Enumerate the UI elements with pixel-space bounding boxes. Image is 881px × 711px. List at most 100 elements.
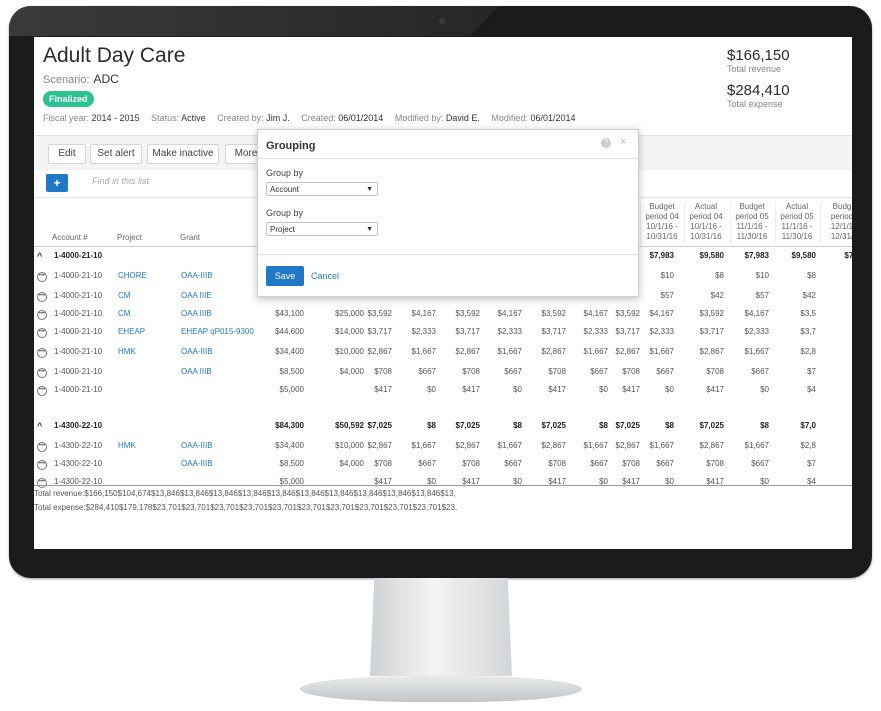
table-row[interactable]: ••• 1-4000-21-10 EHEAP EHEAP qP015-9300 $44,… [34, 323, 852, 341]
cell-value: $3,717 [367, 327, 392, 336]
table-row[interactable]: ••• 1-4300-22-10 HMK OAA-IIIB $34,400 $10,000… [34, 437, 852, 455]
row-menu-icon[interactable]: ••• [37, 368, 47, 378]
table-row[interactable]: ••• 1-4000-21-10 $5,000 $417 $0 $417 $0 $417 $0 $… [34, 381, 852, 399]
period-header[interactable]: Budget period 04 10/1/16 -10/31/16 [640, 202, 683, 244]
period-header[interactable]: Actual period 05 11/1/16 -11/30/16 [775, 202, 818, 244]
period-header[interactable]: Actual period 04 10/1/16 -10/31/16 [684, 202, 727, 244]
help-icon[interactable]: ? [601, 138, 611, 148]
cell-value: $4,167 [411, 309, 436, 318]
cell-value: $0 [513, 385, 522, 394]
cell-value: $2,867 [367, 441, 392, 450]
cell-value: $3,592 [541, 309, 566, 318]
row-menu-icon[interactable]: ••• [37, 328, 47, 338]
modified-by-label: Modified by: [394, 113, 444, 123]
cell-value: $2,867 [615, 347, 640, 356]
grouping-dialog: Grouping ? × Group by Account ▼ Group by … [257, 129, 639, 297]
cell-value: $4,167 [649, 309, 674, 318]
cell-project[interactable]: HMK [118, 343, 136, 361]
cell-value: $2,867 [455, 347, 480, 356]
cell-account: 1-4300-22-10 [54, 421, 103, 430]
row-menu-icon[interactable]: ••• [37, 272, 47, 282]
cell-value: $34,400 [275, 441, 304, 450]
table-row[interactable]: ••• 1-4300-22-10 OAA-IIIB $8,500 $4,000 $708 $… [34, 455, 852, 473]
cell-value: $7,983 [649, 251, 674, 260]
period-header[interactable]: Budg period 12/1/1 12/31/ [820, 202, 852, 244]
period-header-line: 11/1/16 - [781, 222, 813, 231]
group-by-1-select[interactable]: Account ▼ [266, 182, 378, 196]
totals-value: $179,178 [118, 503, 153, 512]
cell-grant[interactable]: OAA-IIIB [181, 455, 213, 473]
cell-value: $4 [807, 385, 816, 394]
group-row[interactable]: ^ 1-4300-22-10 $84,300 $50,592 $7,025 $8 $7,02… [34, 417, 852, 435]
cell-account: 1-4000-21-10 [54, 291, 103, 300]
cell-value: $7,025 [541, 421, 566, 430]
cell-value: $3,592 [699, 309, 724, 318]
status-badge: Finalized [43, 91, 94, 107]
cell-grant[interactable]: OAA IIIB [181, 363, 212, 381]
cell-value: $708 [462, 367, 480, 376]
cell-value: $1,667 [497, 441, 522, 450]
table-row[interactable]: ••• 1-4000-21-10 HMK OAA-IIIB $34,400 $10,000… [34, 343, 852, 361]
scenario: Scenario: ADC [43, 72, 119, 86]
row-menu-icon[interactable]: ••• [37, 348, 47, 358]
totals-value: $23,701 [239, 503, 269, 512]
cell-grant[interactable]: OAA-IIIB [181, 343, 213, 361]
cell-value: $4,167 [744, 309, 769, 318]
cell-value: $708 [622, 459, 640, 468]
cell-value: $8 [807, 271, 816, 280]
totals-value: $13,846 [237, 489, 267, 498]
cell-value: $3,717 [541, 327, 566, 336]
cell-grant[interactable]: OAA-IIIB [181, 267, 213, 285]
cell-value: $667 [656, 367, 674, 376]
cell-value: $8 [665, 421, 674, 430]
make-inactive-button[interactable]: Make inactive [147, 144, 219, 164]
period-header-line: 11/30/16 [736, 232, 768, 241]
period-header-line: Budg [832, 202, 852, 211]
row-menu-icon[interactable]: ••• [37, 310, 47, 320]
cell-project[interactable]: CM [118, 287, 130, 305]
period-header[interactable]: Budget period 05 11/1/16 -11/30/16 [730, 202, 773, 244]
cell-value: $708 [548, 459, 566, 468]
totals-value: $23, [441, 503, 458, 512]
row-menu-icon[interactable]: ••• [37, 386, 47, 396]
cell-value: $708 [706, 367, 724, 376]
collapse-icon[interactable]: ^ [37, 417, 42, 435]
cell-value: $708 [374, 459, 392, 468]
cell-value: $708 [462, 459, 480, 468]
cell-project[interactable]: CHORE [118, 267, 147, 285]
cell-grant[interactable]: OAA IIIB [181, 305, 212, 323]
cell-grant[interactable]: OAA IIIE [181, 287, 212, 305]
table-row[interactable]: ••• 1-4000-21-10 OAA IIIB $8,500 $4,000 $708 $… [34, 363, 852, 381]
collapse-icon[interactable]: ^ [37, 247, 42, 265]
row-menu-icon[interactable]: ••• [37, 442, 47, 452]
cell-account: 1-4000-21-10 [54, 385, 103, 394]
cell-project[interactable]: HMK [118, 437, 136, 455]
cell-value: $10,000 [335, 347, 364, 356]
row-menu-icon[interactable]: ••• [37, 460, 47, 470]
row-menu-icon[interactable]: ••• [37, 478, 47, 488]
group-by-2-select[interactable]: Project ▼ [266, 222, 378, 236]
add-button[interactable]: + [46, 174, 68, 192]
close-icon[interactable]: × [620, 136, 626, 148]
cell-account: 1-4000-21-10 [54, 367, 103, 376]
row-menu-icon[interactable]: ••• [37, 292, 47, 302]
table-row[interactable]: ••• 1-4000-21-10 CM OAA IIIB $43,100 $25,000 $… [34, 305, 852, 323]
cell-project[interactable]: EHEAP [118, 323, 145, 341]
created-by-value: Jim J. [266, 113, 290, 123]
cell-value: $3,7 [800, 327, 816, 336]
cell-value: $1,667 [649, 347, 674, 356]
set-alert-button[interactable]: Set alert [90, 144, 142, 164]
cancel-button[interactable]: Cancel [311, 271, 339, 281]
cell-value: $57 [755, 291, 769, 300]
cell-project[interactable]: CM [118, 305, 130, 323]
cell-value: $1,667 [744, 441, 769, 450]
cell-grant[interactable]: OAA-IIIB [181, 437, 213, 455]
edit-button[interactable]: Edit [48, 144, 86, 164]
cell-grant[interactable]: EHEAP qP015-9300 [181, 323, 254, 341]
cell-value: $2,8 [800, 441, 816, 450]
totals-value: $23,701 [383, 503, 413, 512]
search-input[interactable]: Find in this list [92, 176, 149, 186]
cell-value: $1,667 [497, 347, 522, 356]
save-button[interactable]: Save [266, 266, 304, 286]
cell-value: $4,167 [583, 309, 608, 318]
